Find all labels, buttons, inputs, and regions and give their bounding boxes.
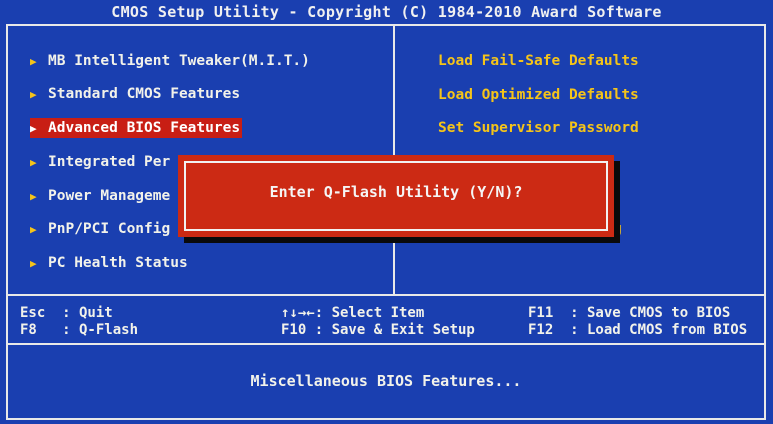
menu-item-integrated-peripherals[interactable]: ▶ Integrated Per <box>30 152 170 172</box>
arrow-right-icon: ▶ <box>30 88 37 101</box>
menu-item-power-management[interactable]: ▶ Power Manageme <box>30 186 170 206</box>
arrow-right-icon: ▶ <box>30 257 37 270</box>
menu-item-label: Integrated Per <box>48 154 171 170</box>
arrow-right-icon: ▶ <box>30 190 37 203</box>
arrow-right-icon: ▶ <box>30 122 37 135</box>
menu-item-load-fail-safe[interactable]: Load Fail-Safe Defaults <box>438 51 639 71</box>
help-divider <box>6 294 766 296</box>
status-description: Miscellaneous BIOS Features... <box>250 372 522 390</box>
menu-item-label: PnP/PCI Config <box>48 221 171 237</box>
help-f12: F12 : Load CMOS from BIOS <box>528 322 748 338</box>
menu-item-label: PC Health Status <box>48 255 188 271</box>
status-divider <box>6 343 766 345</box>
menu-item-supervisor-password[interactable]: Set Supervisor Password <box>438 118 639 138</box>
menu-item-label: Power Manageme <box>48 188 171 204</box>
menu-item-pnp-pci[interactable]: ▶ PnP/PCI Config <box>30 219 170 239</box>
menu-item-label: Standard CMOS Features <box>48 86 241 102</box>
menu-item-advanced-bios[interactable]: ▶ Advanced BIOS Features <box>30 118 243 138</box>
menu-item-load-optimized[interactable]: Load Optimized Defaults <box>438 85 639 105</box>
help-f11: F11 : Save CMOS to BIOS <box>528 305 731 321</box>
help-f10: F10 : Save & Exit Setup <box>281 322 475 338</box>
arrow-right-icon: ▶ <box>30 223 37 236</box>
menu-item-standard-cmos[interactable]: ▶ Standard CMOS Features <box>30 84 240 104</box>
menu-item-pc-health[interactable]: ▶ PC Health Status <box>30 253 188 273</box>
dialog-prompt: Enter Q-Flash Utility (Y/N)? <box>269 183 523 201</box>
window-title: CMOS Setup Utility - Copyright (C) 1984-… <box>111 3 662 21</box>
help-esc: Esc : Quit <box>20 305 113 321</box>
arrow-right-icon: ▶ <box>30 156 37 169</box>
menu-item-label: Advanced BIOS Features <box>48 120 241 136</box>
menu-item-label: MB Intelligent Tweaker(M.I.T.) <box>48 53 310 69</box>
help-f8: F8 : Q-Flash <box>20 322 139 338</box>
menu-item-mit[interactable]: ▶ MB Intelligent Tweaker(M.I.T.) <box>30 51 310 71</box>
help-navigation: ↑↓→←: Select Item <box>281 305 425 321</box>
qflash-dialog[interactable]: Enter Q-Flash Utility (Y/N)? <box>178 155 614 237</box>
menu-item-partial[interactable]: g <box>613 219 622 239</box>
arrow-right-icon: ▶ <box>30 55 37 68</box>
